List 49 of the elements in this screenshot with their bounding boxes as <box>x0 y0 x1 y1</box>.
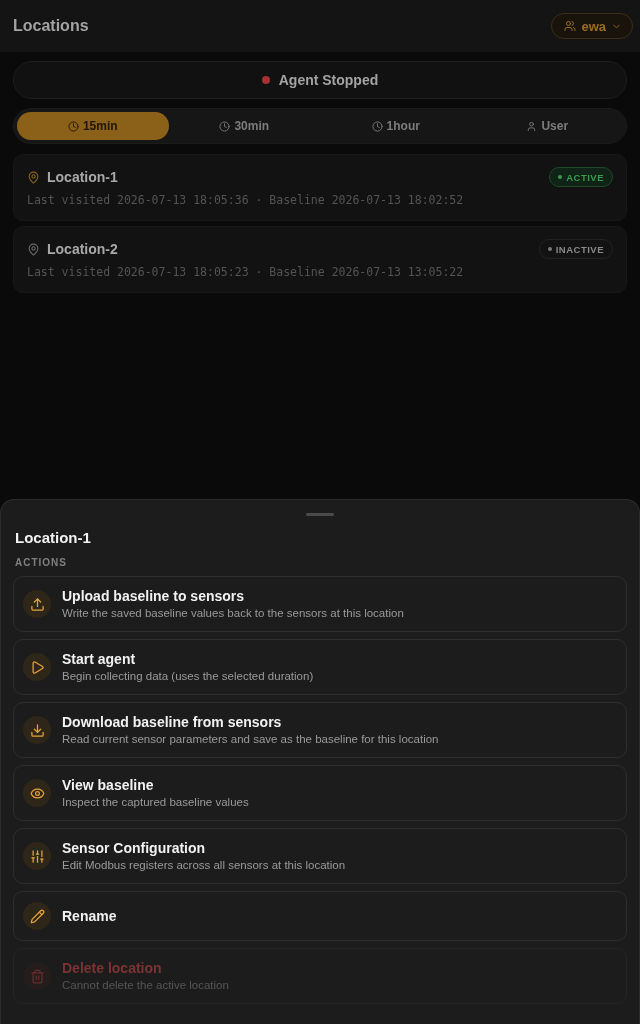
page-title: Locations <box>13 16 89 36</box>
action-description: Edit Modbus registers across all sensors at this location <box>62 858 346 873</box>
sheet-title: Location-1 <box>15 528 92 548</box>
download-icon <box>23 716 51 744</box>
action-description: Read current sensor parameters and save as the baseline for this location <box>62 732 439 747</box>
action-title: View baseline <box>62 776 155 794</box>
location-name: Location-2 <box>47 240 118 259</box>
action-title: Download baseline from sensors <box>62 713 283 731</box>
action-item[interactable]: Start agent Begin collecting data (uses the selected duration) <box>13 639 627 695</box>
trash-icon <box>23 962 51 990</box>
location-name: Location-1 <box>47 168 118 187</box>
duration-tab[interactable]: 30min <box>168 112 320 140</box>
action-item[interactable]: Rename <box>13 891 627 941</box>
status-dot-icon <box>547 247 552 251</box>
duration-tab[interactable]: User <box>471 112 623 140</box>
action-item[interactable]: Upload baseline to sensors Write the saved baseline values back to the sensors at this location <box>13 576 627 632</box>
location-details: Last visited 2026-07-13 18:05:23 · Baseline 2026-07-13 13:05:22 <box>27 264 465 280</box>
user-menu-button[interactable]: ewa <box>551 13 633 39</box>
action-title: Upload baseline to sensors <box>62 587 246 605</box>
sliders-icon <box>23 842 51 870</box>
clock-icon <box>67 120 79 132</box>
clock-icon <box>219 120 231 132</box>
action-item[interactable]: Sensor Configuration Edit Modbus registers across all sensors at this location <box>13 828 627 884</box>
action-description: Inspect the captured baseline values <box>62 795 249 810</box>
status-badge-text: INACTIVE <box>555 243 604 255</box>
action-title: Rename <box>62 907 117 925</box>
upload-icon <box>23 590 51 618</box>
action-title: Sensor Configuration <box>62 839 207 857</box>
user-icon <box>526 120 538 132</box>
location-card[interactable]: Location-1 ACTIVE Last visited 2026-07-13 18:05:36 · Baseline 2026-07-13 18:02:52 <box>13 154 627 221</box>
section-label: ACTIONS <box>15 556 68 570</box>
action-title: Delete location <box>62 959 163 977</box>
location-details: Last visited 2026-07-13 18:05:36 · Baseline 2026-07-13 18:02:52 <box>27 192 465 208</box>
status-dot-icon <box>558 175 563 179</box>
eye-icon <box>23 779 51 807</box>
location-card[interactable]: Location-2 INACTIVE Last visited 2026-07-13 18:05:23 · Baseline 2026-07-13 13:05:22 <box>13 226 627 293</box>
action-description: Begin collecting data (uses the selected duration) <box>62 669 314 684</box>
clock-icon <box>371 120 383 132</box>
action-item[interactable]: Download baseline from sensors Read current sensor parameters and save as the baseline for this location <box>13 702 627 758</box>
agent-status-text: Agent Stopped <box>278 71 379 89</box>
drag-handle[interactable] <box>306 513 334 516</box>
users-icon <box>564 20 577 32</box>
duration-tab[interactable]: 1hour <box>320 112 472 140</box>
status-badge-text: ACTIVE <box>566 171 604 183</box>
play-icon <box>23 653 51 681</box>
action-title: Start agent <box>62 650 137 668</box>
action-description: Write the saved baseline values back to the sensors at this location <box>62 606 404 621</box>
pencil-icon <box>23 902 51 930</box>
action-item[interactable]: View baseline Inspect the captured baseline values <box>13 765 627 821</box>
